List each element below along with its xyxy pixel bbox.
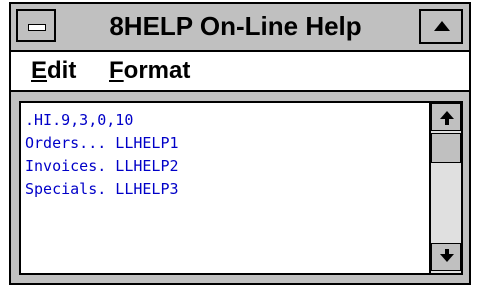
help-text-box[interactable]: .HI.9,3,0,10 Orders... LLHELP1 Invoices. L… (19, 101, 463, 275)
arrow-up-stem (445, 119, 449, 125)
menu-edit-accelerator: E (31, 57, 48, 84)
vertical-scrollbar[interactable] (429, 103, 461, 273)
scroll-thumb[interactable] (431, 133, 461, 163)
text-line: Specials. LLHELP3 (25, 180, 179, 198)
arrow-up-icon (440, 111, 454, 119)
triangle-up-icon (434, 21, 450, 31)
menu-format-accelerator: F (109, 57, 124, 84)
menu-format[interactable]: Format (109, 57, 190, 85)
text-line: Invoices. LLHELP2 (25, 157, 179, 175)
menu-format-label: ormat (123, 57, 191, 84)
minus-icon (28, 24, 46, 31)
text-line: .HI.9,3,0,10 (25, 111, 134, 129)
scroll-down-button[interactable] (431, 243, 461, 271)
menu-edit-label: dit (47, 57, 77, 84)
scroll-up-button[interactable] (431, 103, 461, 131)
help-text: .HI.9,3,0,10 Orders... LLHELP1 Invoices. L… (25, 109, 179, 201)
text-line: Orders... LLHELP1 (25, 134, 179, 152)
menu-bar: Edit Format (11, 52, 469, 92)
maximize-button[interactable] (419, 9, 463, 44)
client-area: .HI.9,3,0,10 Orders... LLHELP1 Invoices. L… (11, 92, 469, 283)
arrow-down-icon (440, 254, 454, 262)
window-title: 8HELP On-Line Help (109, 11, 362, 41)
help-window: 8HELP On-Line Help Edit Format .HI.9,3,0… (9, 2, 471, 285)
title-bar[interactable]: 8HELP On-Line Help (11, 4, 469, 52)
menu-edit[interactable]: Edit (31, 57, 76, 85)
system-menu-button[interactable] (16, 9, 56, 42)
